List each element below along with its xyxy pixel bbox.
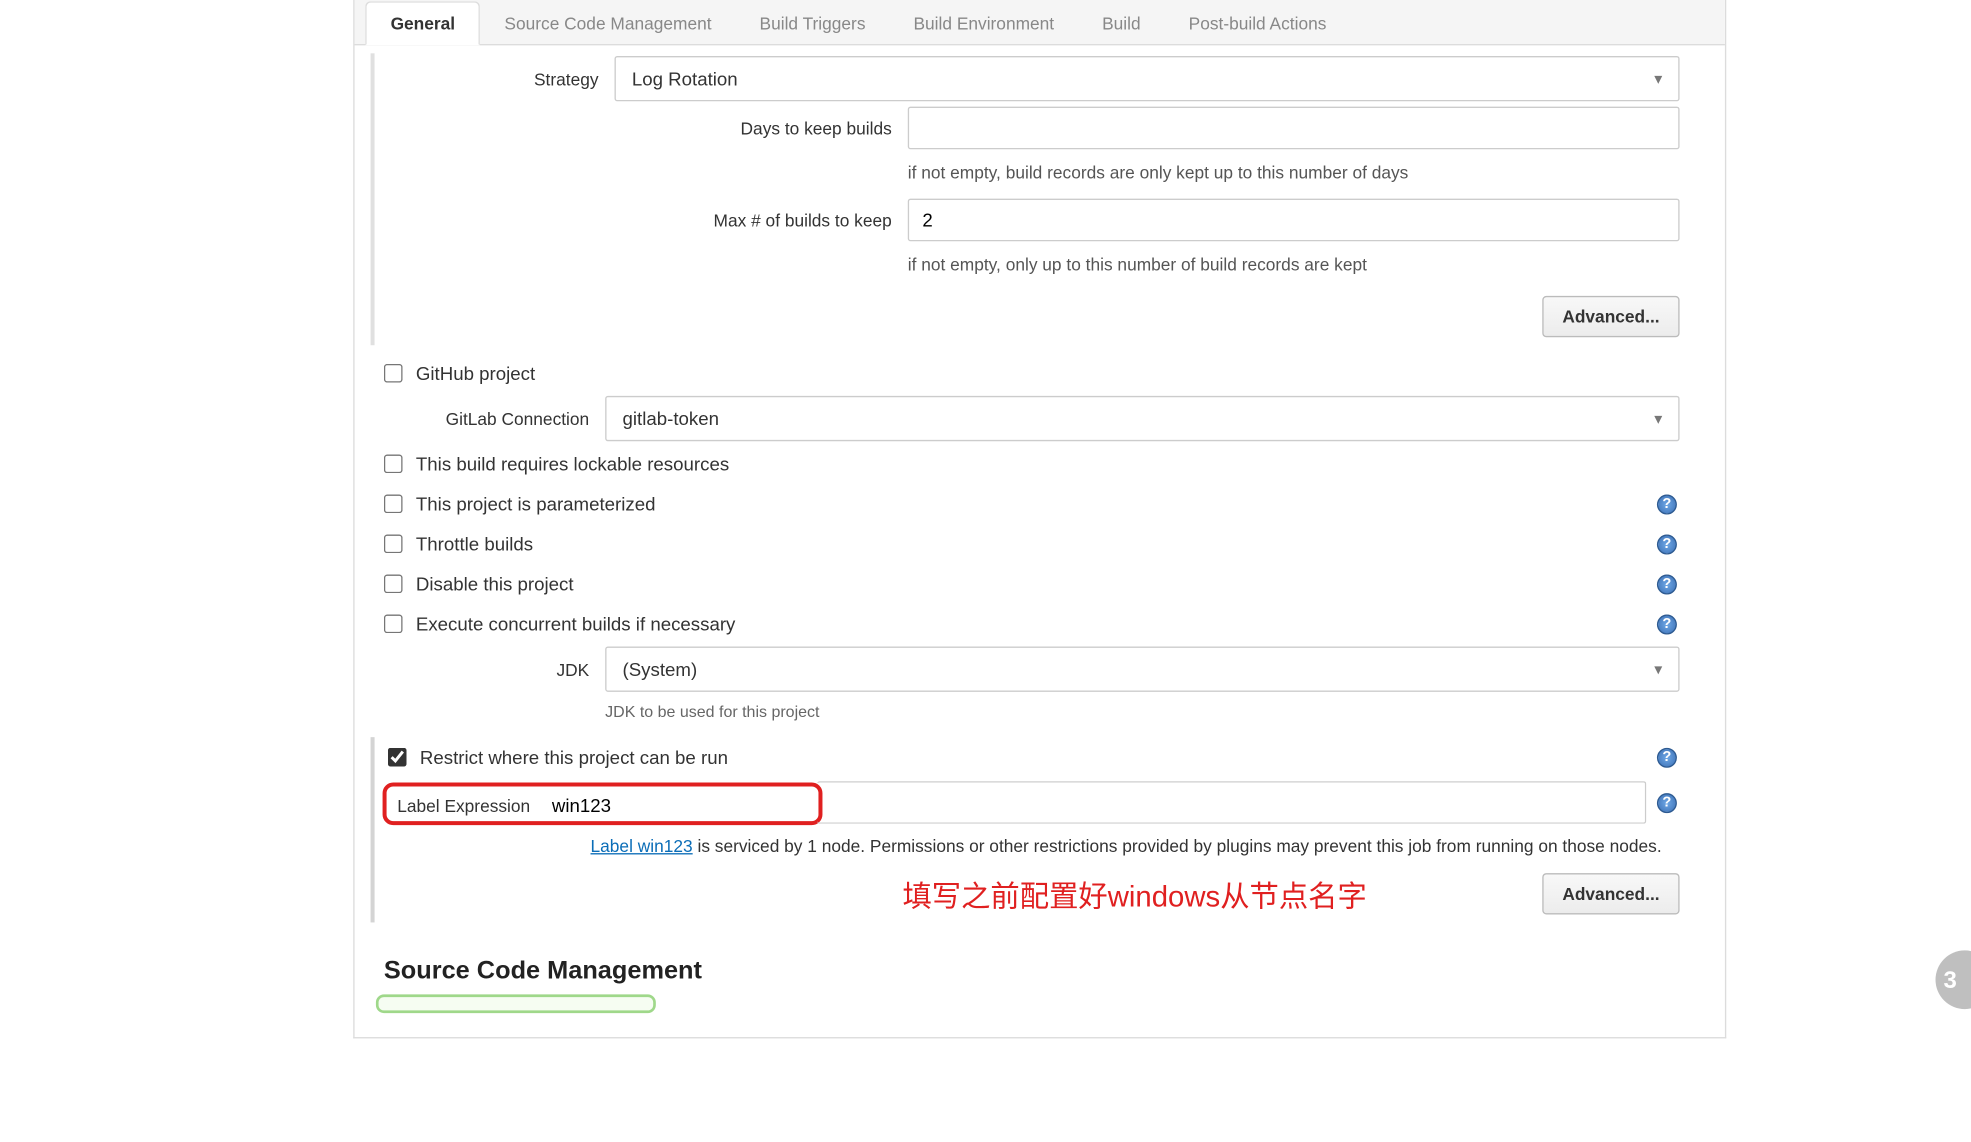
throttle-row: Throttle builds ? (365, 524, 1714, 564)
label-msg-text: is serviced by 1 node. Permissions or ot… (693, 836, 1662, 856)
throttle-checkbox[interactable] (384, 535, 403, 554)
jdk-hint: JDK to be used for this project (605, 697, 819, 732)
tab-post[interactable]: Post-build Actions (1165, 3, 1351, 44)
param-checkbox[interactable] (384, 495, 403, 514)
advanced-button-2[interactable]: Advanced... (1542, 872, 1679, 913)
gitlab-conn-value: gitlab-token (623, 408, 719, 429)
red-annotation: 填写之前配置好windows从节点名字 (902, 873, 1366, 916)
max-keep-input[interactable] (908, 199, 1680, 242)
scm-highlight-box (376, 994, 656, 1013)
disable-label: Disable this project (416, 573, 574, 594)
github-project-row: GitHub project (365, 353, 1714, 393)
label-expression-input[interactable] (552, 794, 739, 815)
lockable-row: This build requires lockable resources (365, 444, 1714, 484)
chevron-down-icon: ▾ (1654, 69, 1662, 88)
strategy-value: Log Rotation (632, 68, 738, 89)
gitlab-conn-select[interactable]: gitlab-token ▾ (605, 396, 1679, 441)
tab-triggers[interactable]: Build Triggers (736, 3, 890, 44)
help-icon[interactable]: ? (1657, 494, 1677, 514)
tabs-bar: General Source Code Management Build Tri… (355, 0, 1725, 45)
chevron-down-icon: ▾ (1654, 409, 1662, 428)
help-icon[interactable]: ? (1657, 534, 1677, 554)
concurrent-row: Execute concurrent builds if necessary ? (365, 604, 1714, 644)
side-widget[interactable]: 3 (1936, 950, 1971, 1009)
tab-scm[interactable]: Source Code Management (480, 3, 735, 44)
strategy-select[interactable]: Log Rotation ▾ (615, 56, 1680, 101)
throttle-label: Throttle builds (416, 533, 533, 554)
advanced-button-1[interactable]: Advanced... (1542, 296, 1679, 337)
strategy-label: Strategy (415, 69, 615, 89)
max-keep-hint: if not empty, only up to this number of … (908, 247, 1367, 286)
label-expression-msg: Label win123 is serviced by 1 node. Perm… (591, 833, 1662, 859)
concurrent-checkbox[interactable] (384, 615, 403, 634)
github-project-label: GitHub project (416, 363, 535, 384)
lockable-label: This build requires lockable resources (416, 453, 729, 474)
help-icon[interactable]: ? (1657, 614, 1677, 634)
param-row: This project is parameterized ? (365, 484, 1714, 524)
max-keep-label: Max # of builds to keep (628, 210, 908, 230)
help-icon[interactable]: ? (1657, 574, 1677, 594)
jdk-label: JDK (405, 659, 605, 679)
restrict-checkbox[interactable] (388, 748, 407, 767)
days-keep-input[interactable] (908, 107, 1680, 150)
gitlab-conn-label: GitLab Connection (405, 409, 605, 429)
concurrent-label: Execute concurrent builds if necessary (416, 613, 736, 634)
label-expression-field-cont (817, 781, 1646, 824)
scm-heading: Source Code Management (365, 930, 1714, 991)
disable-checkbox[interactable] (384, 575, 403, 594)
days-keep-hint: if not empty, build records are only kep… (908, 155, 1409, 194)
github-project-checkbox[interactable] (384, 364, 403, 383)
days-keep-label: Days to keep builds (628, 118, 908, 138)
help-icon[interactable]: ? (1657, 792, 1677, 812)
tab-general[interactable]: General (365, 1, 480, 45)
disable-row: Disable this project ? (365, 564, 1714, 604)
chevron-down-icon: ▾ (1654, 660, 1662, 679)
label-link[interactable]: Label win123 (591, 836, 693, 856)
strategy-section: Strategy Log Rotation ▾ Days to keep bui… (371, 53, 1715, 345)
restrict-label: Restrict where this project can be run (420, 746, 728, 767)
jdk-select[interactable]: (System) ▾ (605, 647, 1679, 692)
label-expression-label: Label Expression (397, 795, 552, 815)
help-icon[interactable]: ? (1657, 747, 1677, 767)
tab-build[interactable]: Build (1078, 3, 1165, 44)
jdk-value: (System) (623, 659, 698, 680)
param-label: This project is parameterized (416, 493, 656, 514)
tab-env[interactable]: Build Environment (889, 3, 1078, 44)
lockable-checkbox[interactable] (384, 455, 403, 474)
label-expression-highlight: Label Expression (383, 782, 823, 825)
